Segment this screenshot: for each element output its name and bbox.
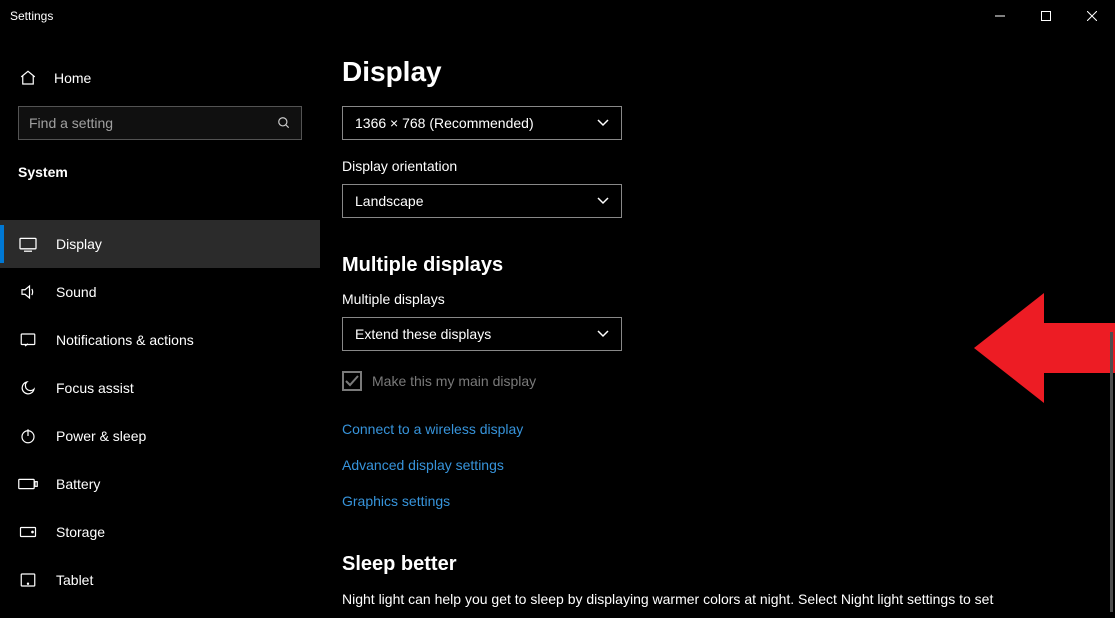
sidebar-nav: Display Sound Notifications & actions Fo… — [0, 220, 320, 618]
search-icon — [277, 116, 291, 130]
checkbox-icon — [342, 371, 362, 391]
category-label: System — [18, 164, 302, 180]
home-label: Home — [54, 70, 91, 86]
home-icon — [18, 68, 38, 88]
search-field[interactable] — [29, 115, 277, 131]
sleep-better-desc: Night light can help you get to sleep by… — [342, 590, 1062, 610]
orientation-label: Display orientation — [342, 158, 1115, 174]
storage-icon — [18, 522, 38, 542]
minimize-button[interactable] — [977, 0, 1023, 32]
minimize-icon — [995, 11, 1005, 21]
battery-icon — [18, 474, 38, 494]
orientation-dropdown[interactable]: Landscape — [342, 184, 622, 218]
chevron-down-icon — [597, 330, 609, 338]
sidebar-item-label: Battery — [56, 476, 100, 492]
sidebar-item-multitasking[interactable]: Multitasking — [0, 604, 320, 618]
home-nav[interactable]: Home — [18, 56, 302, 100]
power-icon — [18, 426, 38, 446]
resolution-dropdown[interactable]: 1366 × 768 (Recommended) — [342, 106, 622, 140]
sidebar-item-display[interactable]: Display — [0, 220, 320, 268]
sidebar-item-label: Notifications & actions — [56, 332, 194, 348]
main-content: Display 1366 × 768 (Recommended) Display… — [320, 32, 1115, 618]
multiple-displays-dropdown[interactable]: Extend these displays — [342, 317, 622, 351]
sidebar: Home System Display Sound — [0, 32, 320, 618]
notifications-icon — [18, 330, 38, 350]
sidebar-item-label: Focus assist — [56, 380, 134, 396]
close-button[interactable] — [1069, 0, 1115, 32]
sidebar-item-tablet[interactable]: Tablet — [0, 556, 320, 604]
annotation-arrow-icon — [974, 288, 1115, 408]
sleep-better-heading: Sleep better — [342, 553, 1115, 576]
window-controls — [977, 0, 1115, 32]
sidebar-item-label: Tablet — [56, 572, 93, 588]
titlebar: Settings — [0, 0, 1115, 32]
tablet-icon — [18, 570, 38, 590]
window-title: Settings — [10, 9, 53, 23]
sidebar-item-notifications[interactable]: Notifications & actions — [0, 316, 320, 364]
link-advanced-display[interactable]: Advanced display settings — [342, 457, 1115, 473]
orientation-value: Landscape — [355, 193, 424, 209]
maximize-icon — [1041, 11, 1051, 21]
chevron-down-icon — [597, 119, 609, 127]
sidebar-item-label: Sound — [56, 284, 96, 300]
sidebar-item-focus-assist[interactable]: Focus assist — [0, 364, 320, 412]
sidebar-item-label: Storage — [56, 524, 105, 540]
close-icon — [1087, 11, 1097, 21]
sidebar-item-battery[interactable]: Battery — [0, 460, 320, 508]
maximize-button[interactable] — [1023, 0, 1069, 32]
sidebar-item-storage[interactable]: Storage — [0, 508, 320, 556]
sidebar-item-power-sleep[interactable]: Power & sleep — [0, 412, 320, 460]
focus-assist-icon — [18, 378, 38, 398]
sidebar-item-sound[interactable]: Sound — [0, 268, 320, 316]
multiple-displays-value: Extend these displays — [355, 326, 491, 342]
search-input[interactable] — [18, 106, 302, 140]
link-wireless-display[interactable]: Connect to a wireless display — [342, 421, 1115, 437]
sidebar-item-label: Display — [56, 236, 102, 252]
multiple-displays-heading: Multiple displays — [342, 254, 1115, 277]
main-display-checkbox-label: Make this my main display — [372, 373, 536, 389]
sidebar-item-label: Power & sleep — [56, 428, 146, 444]
link-graphics-settings[interactable]: Graphics settings — [342, 493, 1115, 509]
scrollbar[interactable] — [1110, 332, 1113, 612]
sound-icon — [18, 282, 38, 302]
chevron-down-icon — [597, 197, 609, 205]
resolution-value: 1366 × 768 (Recommended) — [355, 115, 534, 131]
page-title: Display — [342, 56, 1115, 88]
display-icon — [18, 234, 38, 254]
